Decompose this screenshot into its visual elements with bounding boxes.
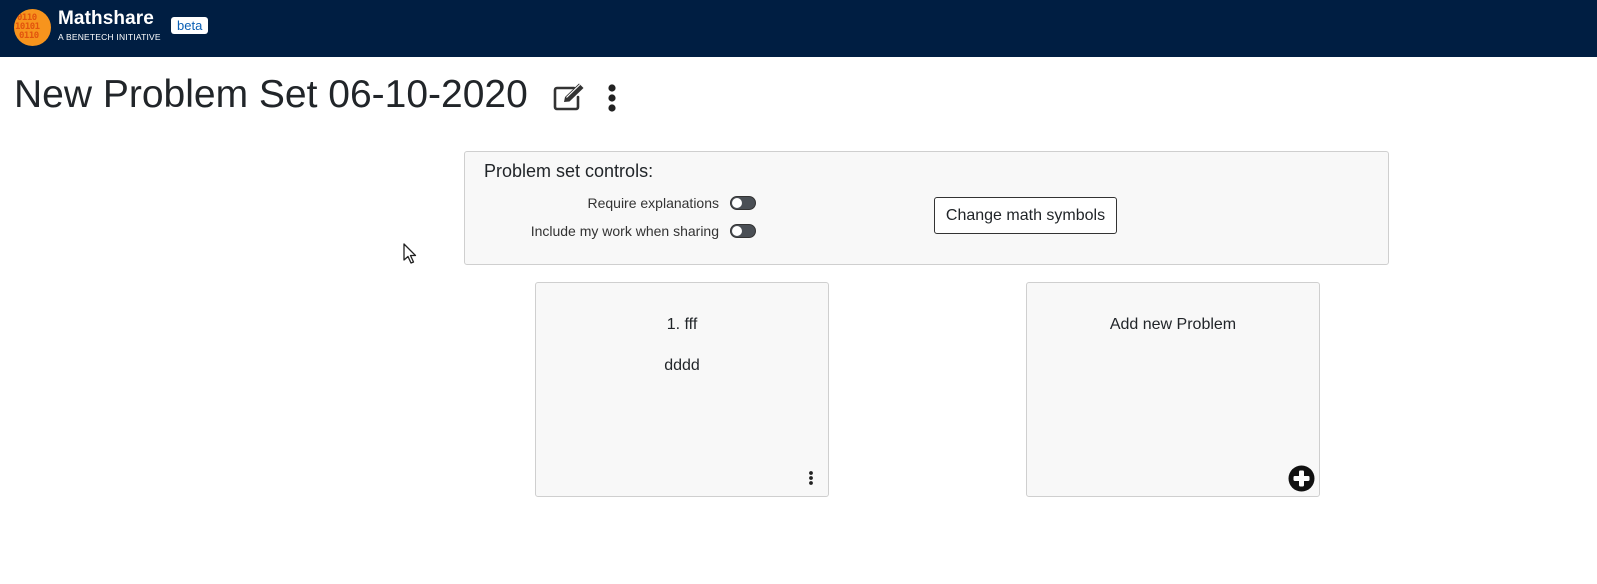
add-problem-button[interactable] — [1288, 465, 1315, 492]
beta-badge: beta — [171, 17, 209, 34]
controls-heading: Problem set controls: — [484, 161, 654, 181]
problem-menu-button[interactable] — [806, 470, 816, 486]
problem-card[interactable]: 1. fff dddd — [535, 282, 829, 497]
top-navbar: 0110 10101 0110 Mathshare A BENETECH INI… — [0, 0, 1597, 57]
plus-circle-icon — [1288, 465, 1315, 492]
logo-digits-row-3: 0110 — [19, 31, 39, 41]
add-problem-card[interactable]: Add new Problem — [1026, 282, 1320, 497]
include-work-row: Include my work when sharing — [531, 223, 756, 239]
brand-subtitle: A BENETECH INITIATIVE — [58, 32, 161, 42]
require-explanations-label: Require explanations — [587, 195, 719, 211]
title-menu-button[interactable] — [603, 83, 621, 113]
vertical-ellipsis-icon — [809, 471, 813, 485]
add-problem-label: Add new Problem — [1109, 316, 1237, 333]
require-explanations-toggle[interactable] — [730, 196, 756, 210]
include-work-toggle[interactable] — [730, 224, 756, 238]
mouse-pointer-icon — [403, 243, 417, 264]
mathshare-logo[interactable]: 0110 10101 0110 — [14, 9, 51, 46]
brand-name[interactable]: Mathshare — [58, 8, 154, 30]
require-explanations-row: Require explanations — [587, 195, 756, 211]
problem-set-controls-panel: Problem set controls: Require explanatio… — [464, 151, 1389, 265]
vertical-ellipsis-icon — [608, 84, 616, 112]
edit-title-button[interactable] — [552, 82, 586, 112]
pencil-square-icon — [553, 83, 584, 111]
include-work-label: Include my work when sharing — [530, 223, 719, 239]
problem-text: dddd — [664, 357, 700, 374]
change-math-symbols-button[interactable]: Change math symbols — [934, 197, 1117, 234]
problem-title: 1. fff — [666, 316, 698, 333]
page-title: New Problem Set 06-10-2020 — [14, 73, 528, 116]
